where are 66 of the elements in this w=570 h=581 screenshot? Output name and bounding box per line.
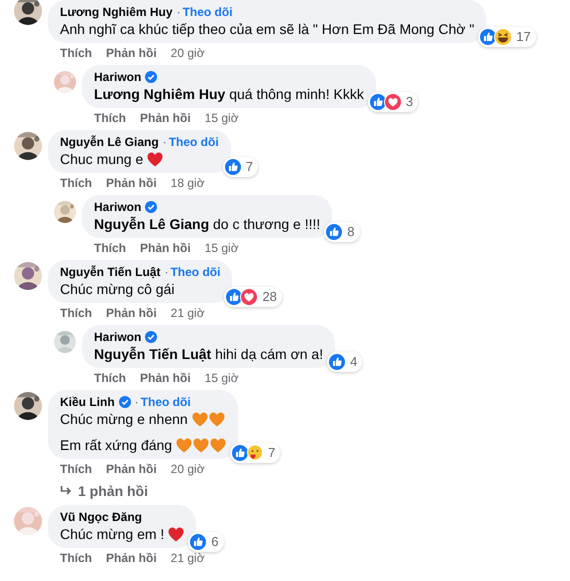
reaction-summary[interactable]: 17 bbox=[478, 27, 536, 47]
reaction-summary[interactable]: 7 bbox=[222, 157, 258, 177]
author-name[interactable]: Lương Nghiêm Huy bbox=[60, 4, 173, 20]
reaction-summary[interactable]: 8 bbox=[324, 222, 360, 242]
separator-dot: · bbox=[164, 264, 168, 280]
follow-link[interactable]: Theo dõi bbox=[182, 4, 233, 20]
timestamp[interactable]: 21 giờ bbox=[170, 306, 205, 320]
timestamp[interactable]: 18 giờ bbox=[170, 176, 205, 190]
timestamp[interactable]: 15 giờ bbox=[204, 371, 239, 385]
action-link[interactable]: Thích bbox=[60, 306, 92, 320]
separator-dot: · bbox=[162, 134, 167, 150]
timestamp[interactable]: 21 giờ bbox=[170, 551, 205, 565]
action-link[interactable]: Phản hồi bbox=[106, 462, 157, 476]
separator-dot: · bbox=[134, 394, 139, 410]
follow-link[interactable]: Theo dõi bbox=[170, 264, 220, 280]
action-link[interactable]: Thích bbox=[60, 462, 92, 476]
action-link[interactable]: Phản hồi bbox=[106, 551, 157, 565]
action-link[interactable]: Thích bbox=[94, 371, 126, 385]
comment-text: Anh nghĩ ca khúc tiếp theo của em sẽ là " Hơn Em Đã Mong Chờ " bbox=[60, 20, 474, 38]
comment-text: Nguyễn Lê Giang do c thương e !!!! bbox=[94, 215, 320, 233]
action-link[interactable]: Thích bbox=[94, 111, 126, 125]
follow-link[interactable]: Theo dõi bbox=[140, 394, 191, 410]
heart-icon bbox=[210, 438, 226, 452]
timestamp[interactable]: 15 giờ bbox=[204, 111, 239, 125]
comment-text: Chuc mung e bbox=[60, 150, 144, 168]
action-link[interactable]: Thích bbox=[94, 241, 126, 255]
follow-link[interactable]: Theo dõi bbox=[168, 134, 219, 150]
reaction-summary[interactable]: 28 bbox=[224, 287, 282, 307]
action-link[interactable]: Phản hồi bbox=[106, 46, 157, 60]
timestamp[interactable]: 15 giờ bbox=[204, 241, 239, 255]
comment-text: Chúc mừng em ! bbox=[60, 525, 164, 543]
reaction-summary[interactable]: 4 bbox=[327, 352, 362, 372]
action-link[interactable]: Phản hồi bbox=[106, 306, 157, 320]
timestamp[interactable]: 20 giờ bbox=[170, 462, 205, 476]
action-link[interactable]: Thích bbox=[60, 551, 92, 565]
action-link[interactable]: Thích bbox=[60, 176, 92, 190]
author-name[interactable]: Hariwon bbox=[94, 329, 142, 345]
action-link[interactable]: Phản hồi bbox=[106, 176, 157, 190]
comment-text: Em rất xứng đáng bbox=[60, 436, 172, 454]
reaction-summary[interactable]: 3 bbox=[368, 92, 418, 112]
comment-text: Chúc mừng cô gái bbox=[60, 280, 174, 298]
action-link[interactable]: Thích bbox=[60, 46, 92, 60]
heart-icon bbox=[168, 526, 184, 542]
author-name[interactable]: Hariwon bbox=[94, 69, 142, 85]
reaction-summary[interactable]: 7 bbox=[230, 443, 280, 463]
heart-icon bbox=[147, 152, 164, 166]
comment-text: Chúc mừng e nhenn bbox=[60, 410, 188, 428]
view-replies-link[interactable]: 1 phản hồi bbox=[78, 482, 148, 500]
action-link[interactable]: Phản hồi bbox=[140, 241, 191, 255]
heart-icon bbox=[208, 412, 225, 426]
heart-icon bbox=[192, 412, 208, 426]
reply-arrow-icon bbox=[60, 486, 72, 496]
author-name[interactable]: Hariwon bbox=[94, 199, 142, 215]
heart-icon bbox=[193, 438, 210, 452]
action-link[interactable]: Phản hồi bbox=[140, 371, 191, 385]
separator-dot: · bbox=[176, 4, 181, 20]
comment-text: Nguyễn Tiến Luật hihi dạ cám ơn a! bbox=[94, 345, 324, 363]
action-link[interactable]: Phản hồi bbox=[140, 111, 191, 125]
author-name[interactable]: Vũ Ngọc Đăng bbox=[60, 509, 142, 525]
author-name[interactable]: Kiều Linh bbox=[60, 394, 115, 410]
timestamp[interactable]: 20 giờ bbox=[170, 46, 205, 60]
comment-text: Lương Nghiêm Huy quá thông minh! Kkkk bbox=[94, 85, 364, 103]
author-name[interactable]: Nguyễn Lê Giang bbox=[60, 134, 159, 150]
reaction-summary[interactable]: 6 bbox=[188, 532, 224, 552]
author-name[interactable]: Nguyễn Tiến Luật bbox=[60, 264, 160, 280]
heart-icon bbox=[176, 438, 192, 452]
